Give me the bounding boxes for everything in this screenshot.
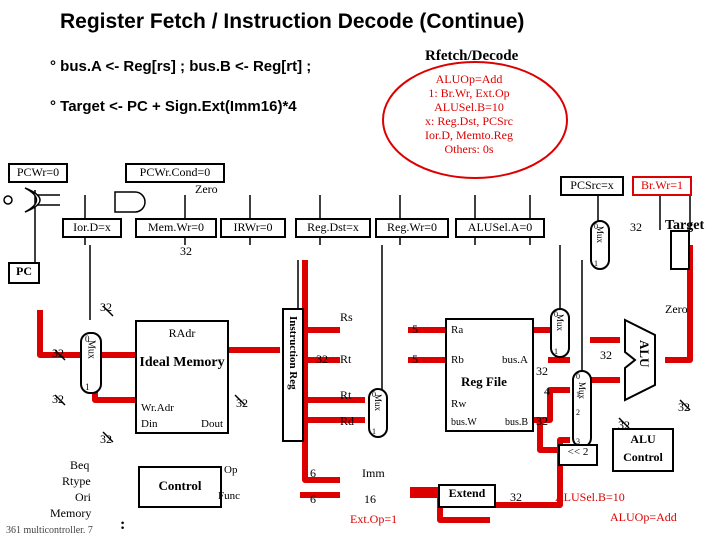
callout-l4: x: Reg.Dst, PCSrc: [425, 114, 513, 128]
left-memory: Memory: [50, 506, 91, 521]
ra-label: Ra: [451, 324, 463, 336]
sig-regwr: Reg.Wr=0: [375, 218, 449, 238]
mux-aluselb: Mux 0 1 2 3: [572, 370, 592, 448]
n32-4: 32: [52, 392, 64, 407]
line-busa: ° bus.A <- Reg[rs] ; bus.B <- Reg[rt] ;: [50, 58, 311, 75]
left-ori: Ori: [75, 490, 91, 505]
shift-block: << 2: [558, 444, 598, 466]
mux-rd-1: 1: [372, 427, 376, 436]
left-colon: :: [120, 516, 125, 534]
extend-block: Extend: [438, 484, 496, 508]
sig-pcsrc: PCSrc=x: [560, 176, 624, 196]
sig-memwr: Mem.Wr=0: [135, 218, 217, 238]
mux-1: 1: [85, 382, 90, 392]
sig-pcwr: PCWr=0: [8, 163, 68, 183]
sig-aluop: ALUOp=Add: [610, 510, 677, 525]
wradr-label: Wr.Adr: [141, 402, 174, 414]
n32-1: 32: [180, 244, 192, 259]
mux-b-2: 2: [576, 408, 580, 417]
sig-regdst: Reg.Dst=x: [295, 218, 371, 238]
ideal-memory-block: RAdr Ideal Memory Wr.Adr Din Dout: [135, 320, 229, 434]
n5-1: 5: [412, 322, 418, 337]
ireg-label: Instruction Reg: [287, 316, 299, 390]
mux-iord: Mux 0 1: [80, 332, 102, 394]
n32-13: 32: [618, 418, 630, 433]
n32-12: 32: [536, 414, 548, 429]
mux-a-1: 1: [554, 347, 558, 356]
rt-label: Rt: [340, 352, 351, 367]
n32-6: 32: [236, 396, 248, 411]
zero-output: Zero: [665, 302, 688, 317]
callout-l2: 1: Br.Wr, Ext.Op: [428, 86, 509, 100]
n32-3: 32: [52, 346, 64, 361]
mux-b-0: 0: [576, 372, 580, 381]
n32-14: 32: [510, 490, 522, 505]
line-target: ° Target <- PC + Sign.Ext(Imm16)*4: [50, 98, 297, 115]
regfile-block: Ra Rb bus.A Reg File Rw bus.W bus.B: [445, 318, 534, 432]
busb-label: bus.B: [505, 417, 528, 428]
rt-label-2: Rt: [340, 388, 351, 403]
n4-1: 4: [544, 384, 550, 399]
footer-text: 361 multicontroller. 7: [6, 525, 93, 536]
target-reg: [670, 230, 690, 270]
sig-aluselb: ALUSel.B=10: [555, 490, 625, 505]
left-rtype: Rtype: [62, 474, 91, 489]
n32-7: 32: [316, 352, 328, 367]
callout-bubble: ALUOp=Add 1: Br.Wr, Ext.Op ALUSel.B=10 x…: [425, 72, 513, 156]
alu-control-block: ALU Control: [612, 428, 674, 472]
n16-1: 16: [364, 492, 376, 507]
mux-pc-0: 0: [594, 222, 598, 231]
instruction-reg-block: Instruction Reg: [282, 308, 304, 442]
callout-l6: Others: 0s: [445, 142, 494, 156]
n32-11: 32: [536, 364, 548, 379]
page-title: Register Fetch / Instruction Decode (Con…: [60, 10, 524, 34]
callout-l3: ALUSel.B=10: [434, 100, 504, 114]
alu-label: ALU: [636, 340, 652, 367]
n6-2: 6: [310, 492, 316, 507]
callout-l1: ALUOp=Add: [436, 72, 503, 86]
mux-regdst: Mux 0 1: [368, 388, 388, 438]
mux-pc-1: 1: [594, 259, 598, 268]
n32-8: 32: [630, 220, 642, 235]
mux-alusela: Mux 0 1: [550, 308, 570, 358]
pc-block: PC: [8, 262, 40, 284]
busw-label: bus.W: [451, 417, 477, 428]
busa-label: bus.A: [502, 354, 528, 366]
mux-pcsrc: Mux 0 1: [590, 220, 610, 270]
n6-1: 6: [310, 466, 316, 481]
rfetch-heading: Rfetch/Decode: [425, 48, 518, 65]
sig-zero: Zero: [195, 182, 218, 197]
mux-0: 0: [85, 334, 90, 344]
sig-irwr: IRWr=0: [220, 218, 286, 238]
n32-5: 32: [100, 432, 112, 447]
sig-iord: Ior.D=x: [62, 218, 122, 238]
n32-9: 32: [600, 348, 612, 363]
left-beq: Beq: [70, 458, 89, 473]
din-label: Din: [141, 418, 158, 430]
func-label: Func: [218, 490, 240, 502]
rw-label: Rw: [451, 398, 466, 410]
rd-label: Rd: [340, 414, 354, 429]
n5-2: 5: [412, 352, 418, 367]
callout-l5: Ior.D, Memto.Reg: [425, 128, 513, 142]
control-block: Control: [138, 466, 222, 508]
sig-pcwrcond: PCWr.Cond=0: [125, 163, 225, 183]
regfile-label: Reg File: [461, 374, 507, 390]
sig-alusela: ALUSel.A=0: [455, 218, 545, 238]
ideal-label: Ideal Memory: [137, 355, 227, 371]
imm-label: Imm: [362, 466, 385, 481]
sig-brwr: Br.Wr=1: [632, 176, 692, 196]
mux-a-0: 0: [554, 310, 558, 319]
mux-b-1: 1: [576, 390, 580, 399]
n32-2: 32: [100, 300, 112, 315]
dout-label: Dout: [201, 418, 223, 430]
mux-rd-0: 0: [372, 390, 376, 399]
rs-label: Rs: [340, 310, 353, 325]
radr-label: RAdr: [137, 326, 227, 341]
rb-label: Rb: [451, 354, 464, 366]
op-label: Op: [224, 464, 237, 476]
n32-10: 32: [678, 400, 690, 415]
sig-extop: Ext.Op=1: [350, 512, 397, 527]
